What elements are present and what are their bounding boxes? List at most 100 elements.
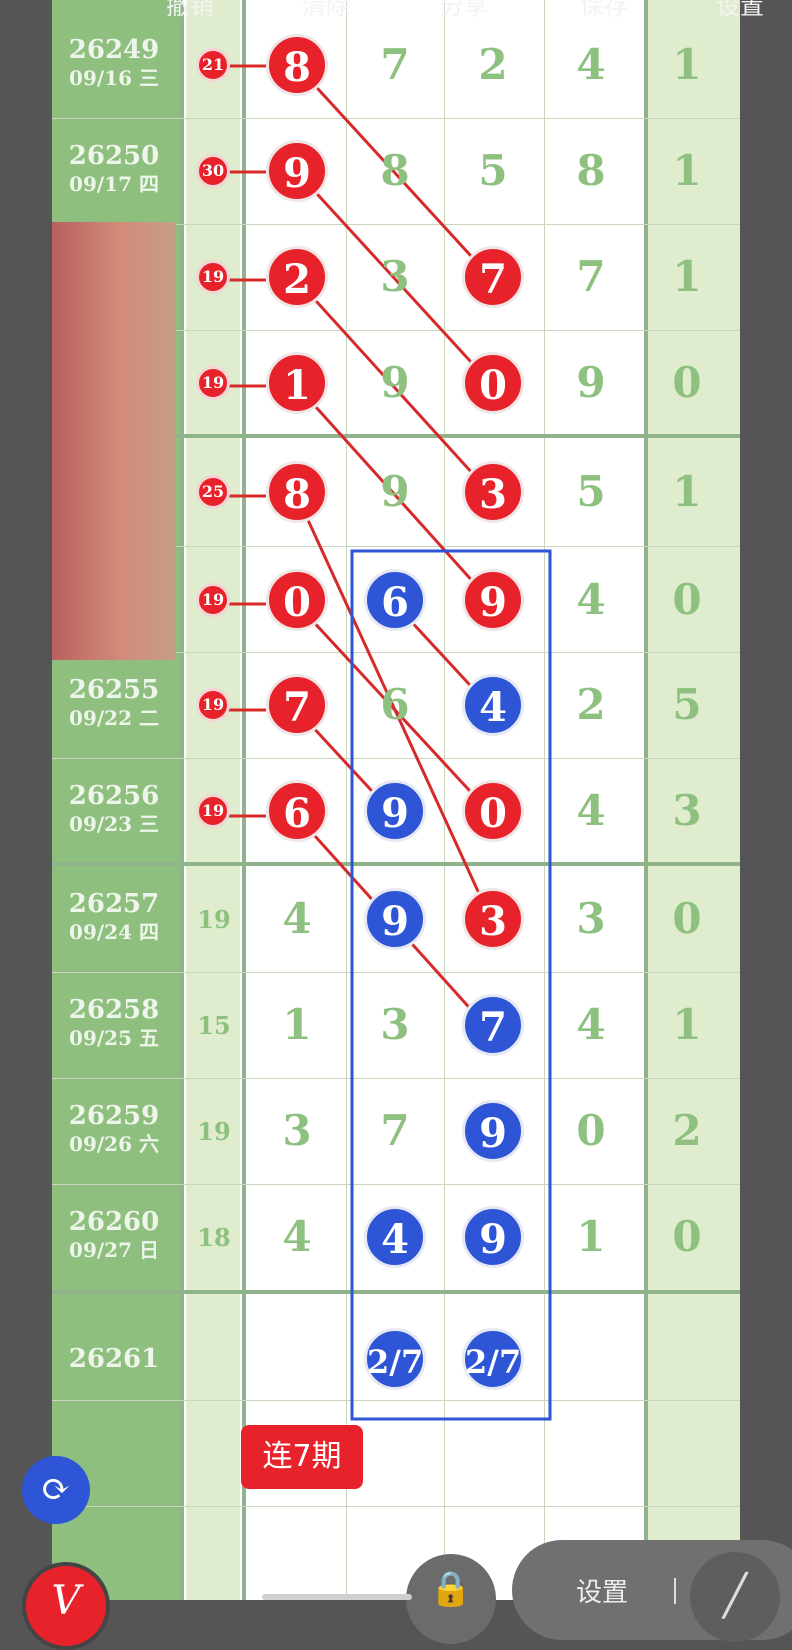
red-ball[interactable]: 0 [266,569,328,631]
digit-cell[interactable]: 3 [266,1100,328,1162]
red-ball[interactable]: 7 [462,246,524,308]
period-cell: 26258 09/25 五 [52,995,176,1051]
digit-cell[interactable]: 4 [266,888,328,950]
edit-button[interactable]: ╱ [690,1552,780,1642]
period-number: 26257 [68,889,160,919]
red-ball[interactable]: 8 [266,461,328,523]
forecast-ball[interactable]: 2/7 [364,1328,426,1390]
digit-cell[interactable]: 2 [560,674,622,736]
sum-cell: 19 [196,688,230,722]
sum-cell: 18 [197,1223,231,1252]
pen-icon: ╱ [722,1573,748,1619]
digit-cell[interactable]: 8 [364,140,426,202]
red-ball[interactable]: 3 [462,888,524,950]
sum-cell: 15 [197,1011,231,1040]
digit-cell[interactable]: 5 [656,674,718,736]
scroll-indicator[interactable] [262,1594,412,1600]
digit-cell[interactable]: 4 [560,34,622,96]
digit-cell[interactable]: 1 [266,994,328,1056]
digit-cell[interactable]: 1 [656,994,718,1056]
period-number: 26249 [68,35,160,65]
digit-cell[interactable]: 0 [656,1206,718,1268]
red-ball[interactable]: 9 [462,569,524,631]
period-number: 26258 [68,995,160,1025]
digit-cell[interactable]: 9 [364,352,426,414]
app-logo-button[interactable]: V [22,1562,110,1650]
sum-cell: 19 [196,583,230,617]
digit-cell[interactable]: 1 [656,461,718,523]
digit-cell[interactable]: 0 [560,1100,622,1162]
sum-cell: 19 [196,260,230,294]
logo-icon: V [51,1578,81,1624]
period-number: 26259 [68,1101,160,1131]
period-date: 09/17 四 [69,172,159,196]
digit-cell[interactable]: 1 [656,140,718,202]
digit-cell[interactable]: 3 [364,994,426,1056]
period-cell: 26256 09/23 三 [52,781,176,837]
blue-ball[interactable]: 7 [462,994,524,1056]
forecast-ball[interactable]: 2/7 [462,1328,524,1390]
period-date: 09/25 五 [69,1026,159,1050]
digit-cell[interactable]: 5 [462,140,524,202]
blue-ball[interactable]: 6 [364,569,426,631]
red-ball[interactable]: 6 [266,780,328,842]
blue-ball[interactable]: 9 [462,1100,524,1162]
sum-cell: 30 [196,154,230,188]
period-date: 09/16 三 [69,66,159,90]
red-ball[interactable]: 9 [266,140,328,202]
period-cell: 26255 09/22 二 [52,675,176,731]
digit-cell[interactable]: 0 [656,569,718,631]
digit-cell[interactable]: 8 [560,140,622,202]
blue-ball[interactable]: 9 [364,888,426,950]
blue-ball[interactable]: 9 [462,1206,524,1268]
sum-cell: 19 [197,1117,231,1146]
red-ball[interactable]: 3 [462,461,524,523]
digit-cell[interactable]: 1 [656,34,718,96]
digit-cell[interactable]: 4 [560,569,622,631]
digit-cell[interactable]: 3 [656,780,718,842]
digit-cell[interactable]: 5 [560,461,622,523]
digit-cell[interactable]: 1 [560,1206,622,1268]
digit-cell[interactable]: 2 [462,34,524,96]
red-ball[interactable]: 0 [462,352,524,414]
red-ball[interactable]: 2 [266,246,328,308]
red-ball[interactable]: 7 [266,674,328,736]
digit-cell[interactable]: 4 [560,780,622,842]
sum-cell: 19 [197,905,231,934]
digit-cell[interactable]: 1 [656,246,718,308]
sum-cell: 19 [196,794,230,828]
lock-button[interactable]: 🔒 [406,1554,496,1644]
toolbar-divider [674,1578,676,1604]
blue-ball[interactable]: 9 [364,780,426,842]
red-ball[interactable]: 1 [266,352,328,414]
digit-cell[interactable]: 2 [656,1100,718,1162]
digit-cell[interactable]: 4 [560,994,622,1056]
digit-cell[interactable]: 9 [560,352,622,414]
streak-badge: 连7期 [241,1425,363,1489]
digit-cell[interactable]: 3 [364,246,426,308]
digit-cell[interactable]: 7 [364,34,426,96]
period-cell: 26260 09/27 日 [52,1207,176,1263]
digit-cell[interactable]: 9 [364,461,426,523]
refresh-button[interactable]: ⟳ [22,1456,90,1524]
period-date: 09/27 日 [69,1238,159,1262]
period-number: 26255 [68,675,160,705]
digit-cell[interactable]: 7 [364,1100,426,1162]
digit-cell[interactable]: 3 [560,888,622,950]
chart-stage: 撤销 清除 分享 保存 设置 26249 09/16 三 21 8 7 2 4 1 26250 0… [0,0,792,1650]
digit-cell[interactable]: 4 [266,1206,328,1268]
digit-cell[interactable]: 0 [656,888,718,950]
digit-cell[interactable]: 7 [560,246,622,308]
digit-cell[interactable]: 6 [364,674,426,736]
sum-cell: 25 [196,475,230,509]
red-ball[interactable]: 8 [266,34,328,96]
period-number: 26260 [68,1207,160,1237]
red-ball[interactable]: 0 [462,780,524,842]
toolbar-settings-button[interactable]: 设置 [576,1572,628,1609]
blue-ball[interactable]: 4 [462,674,524,736]
lock-icon: 🔒 [429,1569,473,1609]
period-number: 26256 [68,781,160,811]
digit-cell[interactable]: 0 [656,352,718,414]
period-number: 26250 [68,141,160,171]
blue-ball[interactable]: 4 [364,1206,426,1268]
